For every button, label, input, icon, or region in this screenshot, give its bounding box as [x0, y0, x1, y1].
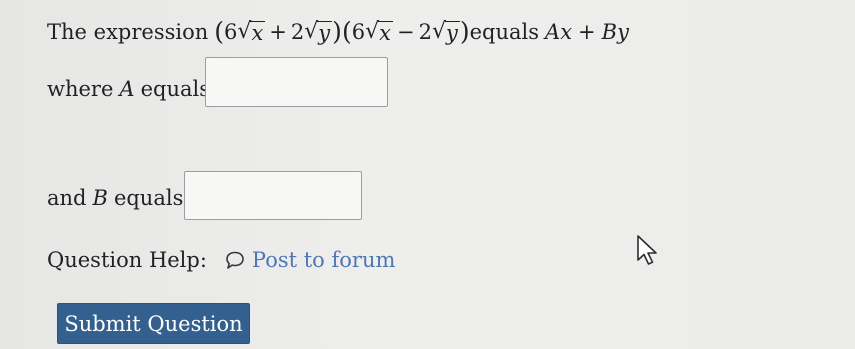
question-prefix: The expression [47, 20, 209, 44]
equals-word: equals [469, 20, 540, 44]
speech-bubble-icon [225, 250, 245, 270]
factor1-coef2: 2 [290, 20, 305, 44]
factor2-coef1: 6 [351, 20, 366, 44]
question-help: Question Help: Post to forum [47, 247, 395, 273]
submit-question-button[interactable]: Submit Question [57, 303, 250, 344]
var-b: B [92, 186, 108, 210]
sqrt-y-1: √ y [304, 19, 333, 45]
factor1-operator: + [269, 20, 287, 44]
factor2-coef2: 2 [418, 20, 432, 44]
field-a-label: where A equals: [47, 77, 218, 101]
sqrt-x-2: √ x [365, 19, 393, 45]
sqrt-y-2: √ y [431, 19, 460, 45]
sqrt-x-1: √ x [237, 19, 266, 45]
question-help-label: Question Help: [47, 248, 207, 272]
answer-b-input[interactable] [184, 171, 362, 220]
post-to-forum-label: Post to forum [251, 248, 396, 272]
post-to-forum-link[interactable]: Post to forum [225, 247, 395, 273]
mouse-cursor-icon [635, 234, 667, 266]
factor1-coef1: 6 [224, 20, 238, 44]
question-page: The expression ( 6 √ x + 2 √ y ) ( 6 √ x − … [0, 0, 855, 349]
factor2-operator: − [396, 20, 415, 44]
result-expression: Ax + By [545, 20, 629, 44]
question-statement: The expression ( 6 √ x + 2 √ y ) ( 6 √ x − … [47, 19, 629, 45]
answer-a-input[interactable] [205, 57, 388, 107]
var-a: A [119, 77, 135, 101]
field-b-label: and B equals: [47, 186, 191, 210]
math-expression: ( 6 √ x + 2 √ y ) ( 6 √ x − 2 √ y) [214, 17, 470, 46]
